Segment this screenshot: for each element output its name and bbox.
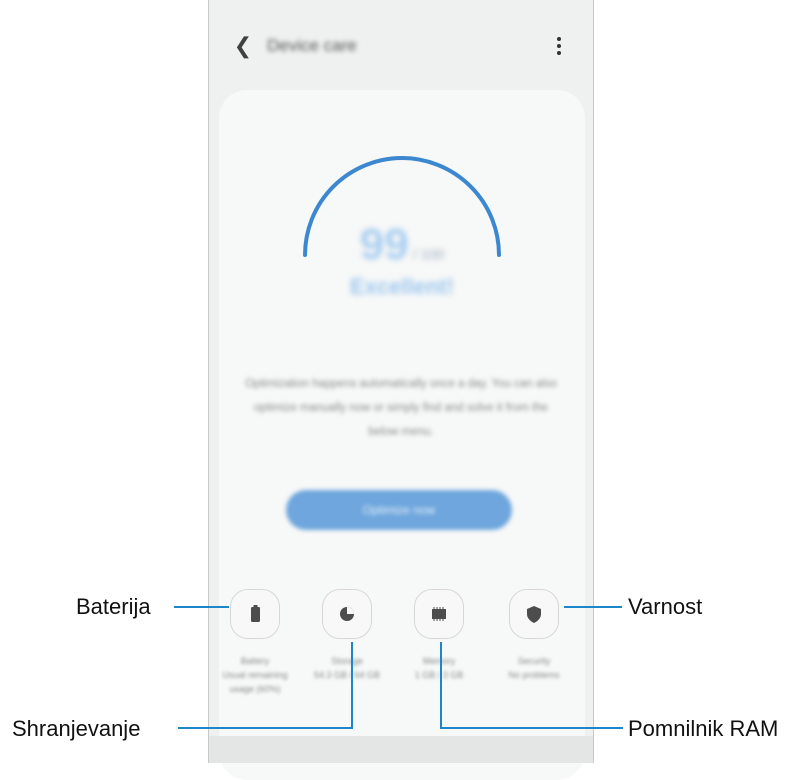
score-status: Excellent! xyxy=(350,274,454,299)
phone-screen: ❮ Device care 99 / 100 Excellent! Optimi… xyxy=(208,0,595,780)
storage-callout: Shranjevanje xyxy=(12,716,141,741)
battery-label: Battery xyxy=(240,656,270,666)
storage-callout-line-vertical xyxy=(351,642,353,729)
storage-pie-icon xyxy=(340,607,354,621)
battery-tile[interactable] xyxy=(230,589,280,639)
optimize-now-button[interactable]: Optimize now xyxy=(286,490,512,530)
memory-callout-line-horizontal xyxy=(440,727,623,729)
security-callout: Varnost xyxy=(628,594,703,619)
memory-chip-icon xyxy=(432,607,446,621)
storage-tile-label: Storage 54.3 GB / 64 GB xyxy=(303,654,391,682)
bottom-navigation-area xyxy=(209,736,593,763)
score-max: / 100 xyxy=(413,246,445,262)
memory-label: Memory xyxy=(422,656,456,666)
security-callout-line xyxy=(564,606,622,608)
memory-callout: Pomnilnik RAM xyxy=(628,716,779,741)
storage-callout-line-horizontal xyxy=(178,727,353,729)
score-display: 99 / 100 xyxy=(209,220,595,270)
security-sub: No problems xyxy=(508,670,560,680)
battery-callout: Baterija xyxy=(76,594,151,619)
security-tile[interactable] xyxy=(509,589,559,639)
battery-icon xyxy=(251,605,260,622)
memory-tile[interactable] xyxy=(414,589,464,639)
storage-tile[interactable] xyxy=(322,589,372,639)
shield-icon xyxy=(527,606,541,623)
battery-tile-label: Battery Usual remaining usage (60%) xyxy=(211,654,299,696)
memory-callout-line-vertical xyxy=(440,642,442,729)
more-vert-icon[interactable] xyxy=(555,34,563,58)
security-label: Security xyxy=(517,656,551,666)
security-tile-label: Security No problems xyxy=(490,654,578,682)
app-bar: ❮ Device care xyxy=(209,22,593,72)
storage-label: Storage xyxy=(331,656,363,666)
page-title: Device care xyxy=(267,36,357,55)
battery-callout-line xyxy=(174,606,229,608)
optimization-description: Optimization happens automatically once … xyxy=(245,378,557,438)
score-value: 99 xyxy=(359,220,409,269)
storage-sub: 54.3 GB / 64 GB xyxy=(313,670,381,680)
memory-sub: 1 GB / 3 GB xyxy=(414,670,464,680)
memory-tile-label: Memory 1 GB / 3 GB xyxy=(395,654,483,682)
back-arrow-icon[interactable]: ❮ xyxy=(231,34,255,59)
battery-sub: Usual remaining usage (60%) xyxy=(222,670,288,694)
